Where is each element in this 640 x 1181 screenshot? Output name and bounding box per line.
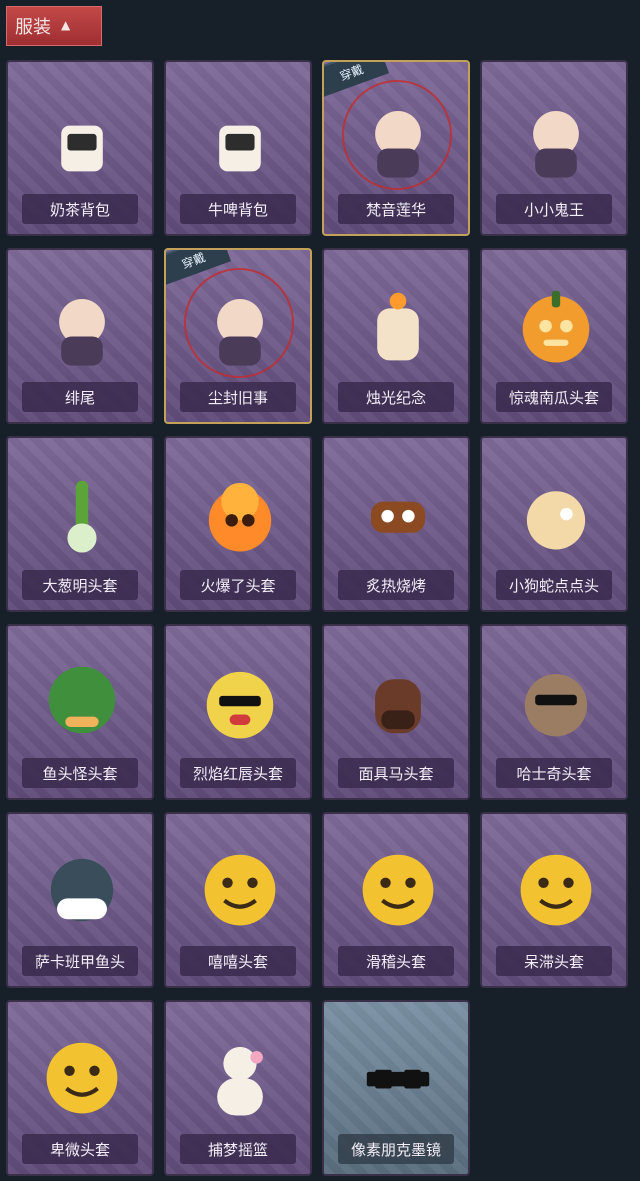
outfit-card[interactable]: 奶茶背包 [6,60,154,236]
outfit-art [30,460,134,564]
outfit-card[interactable]: 牛啤背包 [164,60,312,236]
outfit-card[interactable]: 小小鬼王 [480,60,628,236]
dream-cradle-icon [217,1046,263,1116]
outfit-art [188,272,292,376]
outfit-art [30,272,134,376]
outfit-label: 嘻嘻头套 [180,946,296,976]
smirk-emoji-head-icon [362,854,434,926]
outfit-label: 小狗蛇点点头 [496,570,612,600]
outfit-card[interactable]: 捕梦摇篮 [164,1000,312,1176]
chevron-up-icon: ▲ [61,18,71,32]
outfit-label: 火爆了头套 [180,570,296,600]
puppy-snake-head-icon [526,491,586,550]
candle-icon [377,292,419,361]
outfit-art [346,1024,450,1128]
outfit-label: 哈士奇头套 [496,758,612,788]
outfit-art [188,648,292,752]
outfit-label: 滑稽头套 [338,946,454,976]
scallion-head-icon [67,480,97,553]
outfit-label: 小小鬼王 [496,194,612,224]
outfit-label: 炙热烧烤 [338,570,454,600]
outfit-card[interactable]: 梵音莲华 穿戴 [322,60,470,236]
outfit-card[interactable]: 惊魂南瓜头套 [480,248,628,424]
outfit-label: 烛光纪念 [338,382,454,412]
outfit-label: 惊魂南瓜头套 [496,382,612,412]
outfit-label: 绯尾 [22,382,138,412]
fire-head-icon [208,482,272,552]
outfit-card[interactable]: 烈焰红唇头套 [164,624,312,800]
outfit-card[interactable]: 萨卡班甲鱼头 [6,812,154,988]
outfit-art [30,836,134,940]
outfit-art [346,84,450,188]
outfit-card[interactable]: 大葱明头套 [6,436,154,612]
little-ghost-king-icon [533,111,579,178]
outfit-card[interactable]: 嘻嘻头套 [164,812,312,988]
cow-beer-backpack-icon [219,125,261,172]
outfit-art [346,460,450,564]
outfit-label: 烈焰红唇头套 [180,758,296,788]
outfit-art [504,648,608,752]
outfit-label: 鱼头怪头套 [22,758,138,788]
husky-mask-icon [524,674,588,737]
outfit-card[interactable]: 烛光纪念 [322,248,470,424]
outfit-label: 卑微头套 [22,1134,138,1164]
outfit-label: 梵音莲华 [338,194,454,224]
pixel-sunglasses-icon [366,1069,430,1089]
outfit-label: 像素朋克墨镜 [338,1134,454,1164]
outfit-art [30,648,134,752]
outfit-art [346,648,450,752]
outfit-label: 捕梦摇篮 [180,1134,296,1164]
outfit-label: 牛啤背包 [180,194,296,224]
outfit-card[interactable]: 炙热烧烤 [322,436,470,612]
lotus-character-icon [375,111,421,178]
fox-character-icon [59,299,105,366]
outfit-art [504,272,608,376]
outfit-grid: 奶茶背包 牛啤背包 梵音莲华 穿戴 小小鬼王绯尾 尘封旧事 穿戴 烛光纪念 惊魂南瓜头套大葱明头… [0,0,640,1181]
outfit-card[interactable]: 面具马头套 [322,624,470,800]
outfit-label: 面具马头套 [338,758,454,788]
section-toggle[interactable]: 服装 ▲ [6,6,102,46]
outfit-art [346,836,450,940]
pikachu-lips-mask-icon [206,671,274,739]
outfit-card[interactable]: 火爆了头套 [164,436,312,612]
fishhead-mask-icon [48,666,116,734]
outfit-card[interactable]: 鱼头怪头套 [6,624,154,800]
outfit-art [346,272,450,376]
milk-tea-backpack-icon [61,125,103,172]
section-title: 服装 [15,17,51,38]
horse-mask-icon [375,679,421,734]
outfit-card[interactable]: 小狗蛇点点头 [480,436,628,612]
pumpkin-head-icon [522,290,590,363]
outfit-art [30,1024,134,1128]
humble-emoji-head-icon [46,1042,118,1114]
outfit-card[interactable]: 卑微头套 [6,1000,154,1176]
outfit-label: 呆滞头套 [496,946,612,976]
outfit-card[interactable]: 尘封旧事 穿戴 [164,248,312,424]
outfit-art [504,836,608,940]
outfit-art [30,84,134,188]
outfit-card[interactable]: 哈士奇头套 [480,624,628,800]
bbq-meat-head-icon [370,501,426,533]
outfit-label: 尘封旧事 [180,382,296,412]
outfit-art [188,460,292,564]
sacabambaspis-head-icon [50,858,114,922]
outfit-label: 大葱明头套 [22,570,138,600]
outfit-card[interactable]: 滑稽头套 [322,812,470,988]
outfit-art [188,84,292,188]
outfit-art [188,836,292,940]
outfit-art [504,84,608,188]
grinning-emoji-head-icon [204,854,276,926]
outfit-label: 萨卡班甲鱼头 [22,946,138,976]
dusty-past-character-icon [217,299,263,366]
stunned-emoji-head-icon [520,854,592,926]
outfit-label: 奶茶背包 [22,194,138,224]
outfit-art [188,1024,292,1128]
outfit-card[interactable]: 绯尾 [6,248,154,424]
outfit-card[interactable]: 呆滞头套 [480,812,628,988]
outfit-card[interactable]: 像素朋克墨镜 [322,1000,470,1176]
outfit-art [504,460,608,564]
